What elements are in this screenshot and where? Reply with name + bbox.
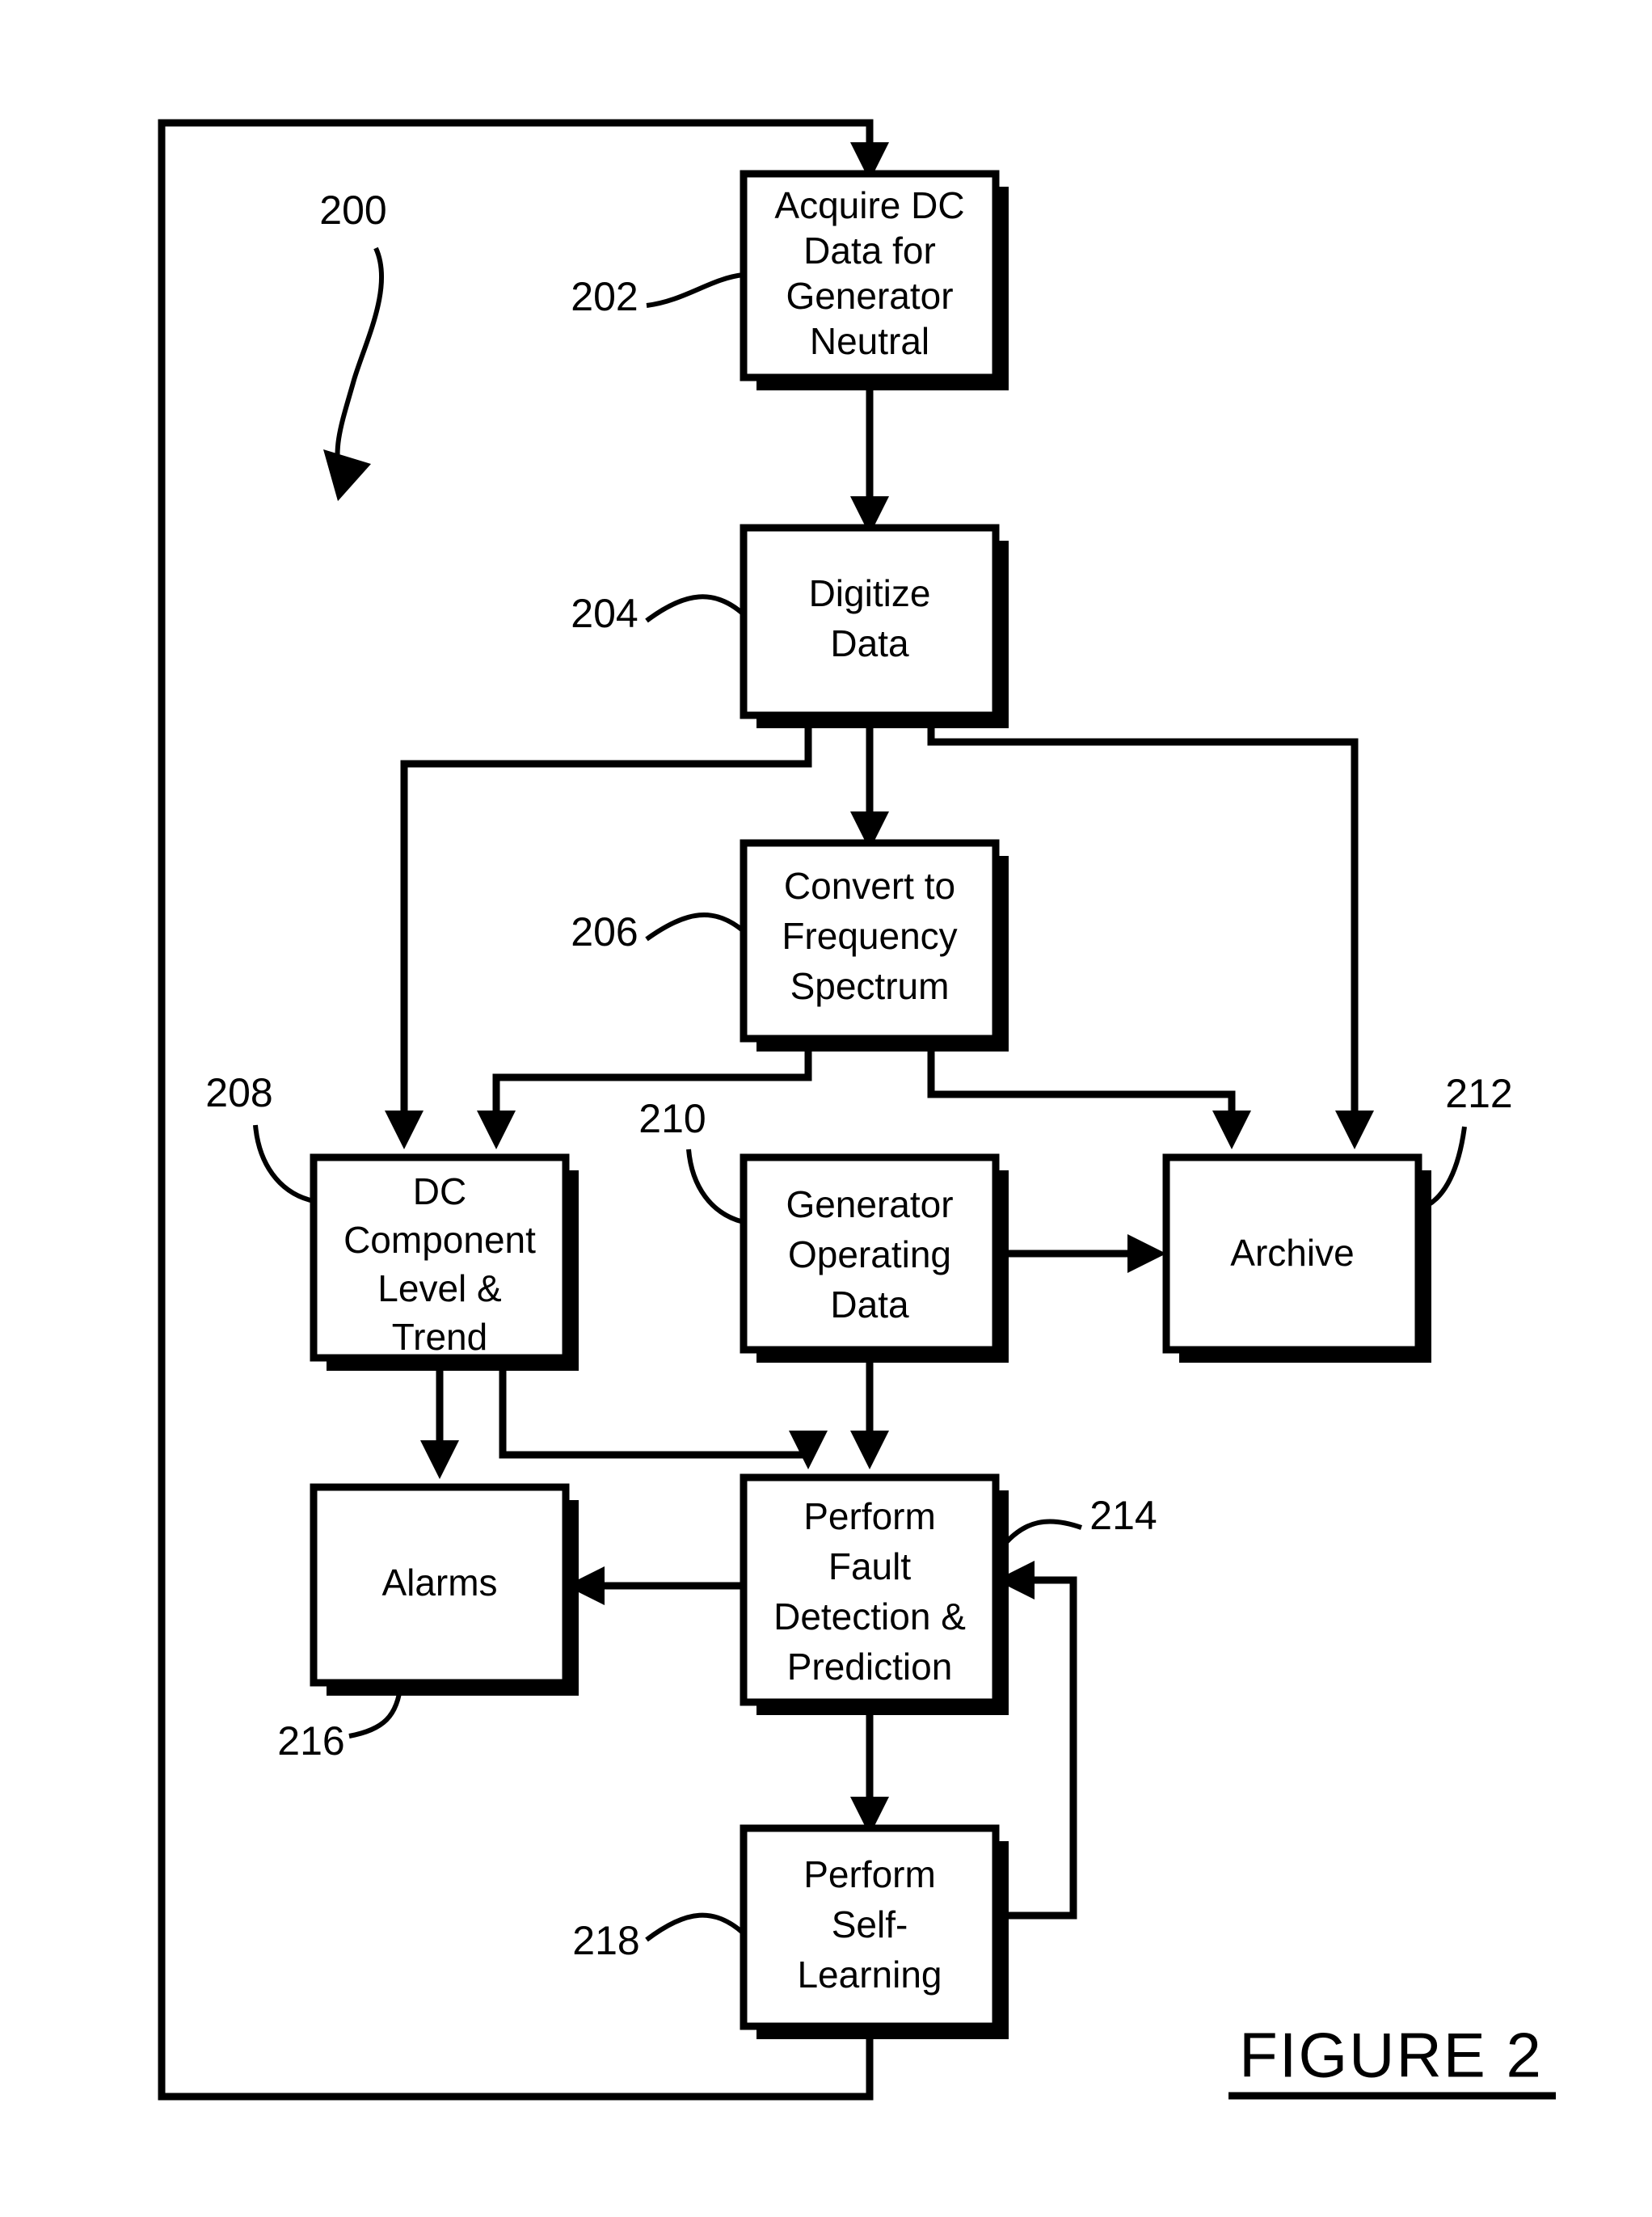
node-label-line: Alarms	[381, 1562, 497, 1604]
node-label-line: Self-	[832, 1903, 908, 1945]
ref-callout-206: 206	[571, 909, 745, 955]
node-label-line: Component	[343, 1219, 536, 1261]
node-label-line: Fault	[828, 1545, 911, 1587]
ref-callout-208: 208	[205, 1070, 314, 1203]
edge-digitize-to-convert	[850, 728, 889, 850]
node-alarms: Alarms	[310, 1483, 579, 1696]
node-label-line: Trend	[392, 1316, 487, 1358]
node-label-line: Detection &	[773, 1595, 966, 1637]
edge-convert-to-archive	[927, 1052, 1251, 1149]
ref-number: 200	[319, 188, 386, 233]
ref-number: 206	[571, 909, 638, 955]
ref-number: 218	[572, 1918, 639, 1963]
node-generator-operating-data: Generator Operating Data	[740, 1153, 1009, 1363]
node-label-line: Prediction	[787, 1646, 953, 1688]
ref-callout-204: 204	[571, 591, 745, 636]
figure-caption: FIGURE 2	[1228, 2020, 1556, 2100]
node-archive: Archive	[1162, 1153, 1431, 1363]
ref-callout-202: 202	[571, 272, 744, 319]
node-label-line: DC	[413, 1170, 466, 1212]
node-label-line: Perform	[803, 1495, 936, 1537]
node-label-line: Operating	[788, 1233, 951, 1275]
node-convert-to-frequency-spectrum: Convert to Frequency Spectrum	[740, 839, 1009, 1052]
node-label-line: Data	[830, 622, 909, 664]
node-label-line: Level &	[377, 1267, 501, 1309]
ref-number: 202	[571, 274, 638, 319]
node-label-line: Neutral	[810, 320, 929, 362]
node-label-line: Generator	[786, 275, 953, 317]
edge-fault-detection-to-alarms	[566, 1566, 744, 1605]
ref-number: 208	[205, 1070, 272, 1115]
node-digitize-data: Digitize Data	[740, 524, 1009, 728]
node-label-line: Learning	[797, 1954, 942, 1996]
ref-number: 212	[1445, 1071, 1512, 1116]
node-label-line: Archive	[1230, 1232, 1354, 1274]
node-label-line: Data	[830, 1283, 909, 1326]
edge-dc-component-to-fault-detection	[499, 1371, 828, 1469]
node-label-line: Data for	[803, 230, 936, 272]
ref-number: 210	[638, 1096, 706, 1141]
patent-figure-2: Acquire DC Data for Generator Neutral 20…	[0, 0, 1652, 2217]
node-dc-component-level-trend: DC Component Level & Trend	[310, 1153, 579, 1371]
node-label-line: Perform	[803, 1853, 936, 1895]
node-label-line: Acquire DC	[774, 184, 964, 226]
edge-acquire-to-digitize	[850, 390, 889, 535]
flowchart-canvas: Acquire DC Data for Generator Neutral 20…	[158, 119, 1556, 2101]
node-perform-self-learning: Perform Self- Learning	[740, 1824, 1009, 2039]
node-label-line: Spectrum	[790, 965, 950, 1007]
node-label-line: Digitize	[809, 572, 931, 614]
node-label-line: Frequency	[782, 915, 957, 957]
node-perform-fault-detection: Perform Fault Detection & Prediction	[740, 1473, 1009, 1715]
ref-callout-218: 218	[572, 1912, 745, 1963]
edge-dc-component-to-alarms	[420, 1371, 459, 1479]
ref-callout-214: 214	[1000, 1493, 1157, 1549]
ref-number: 216	[277, 1718, 344, 1764]
edge-fault-detection-to-self-learning	[850, 1715, 889, 1836]
ref-number: 214	[1089, 1493, 1157, 1538]
ref-number: 204	[571, 591, 638, 636]
ref-callout-200-overall: 200	[319, 188, 387, 501]
figure-caption-text: FIGURE 2	[1239, 2020, 1543, 2091]
edge-generator-data-to-fault-detection	[850, 1363, 889, 1469]
node-acquire-dc-data: Acquire DC Data for Generator Neutral	[740, 170, 1009, 390]
node-label-line: Generator	[786, 1183, 953, 1225]
node-label-line: Convert to	[784, 865, 955, 907]
ref-callout-212: 212	[1418, 1071, 1513, 1212]
ref-callout-210: 210	[638, 1096, 744, 1224]
edge-generator-data-to-archive	[996, 1234, 1166, 1273]
